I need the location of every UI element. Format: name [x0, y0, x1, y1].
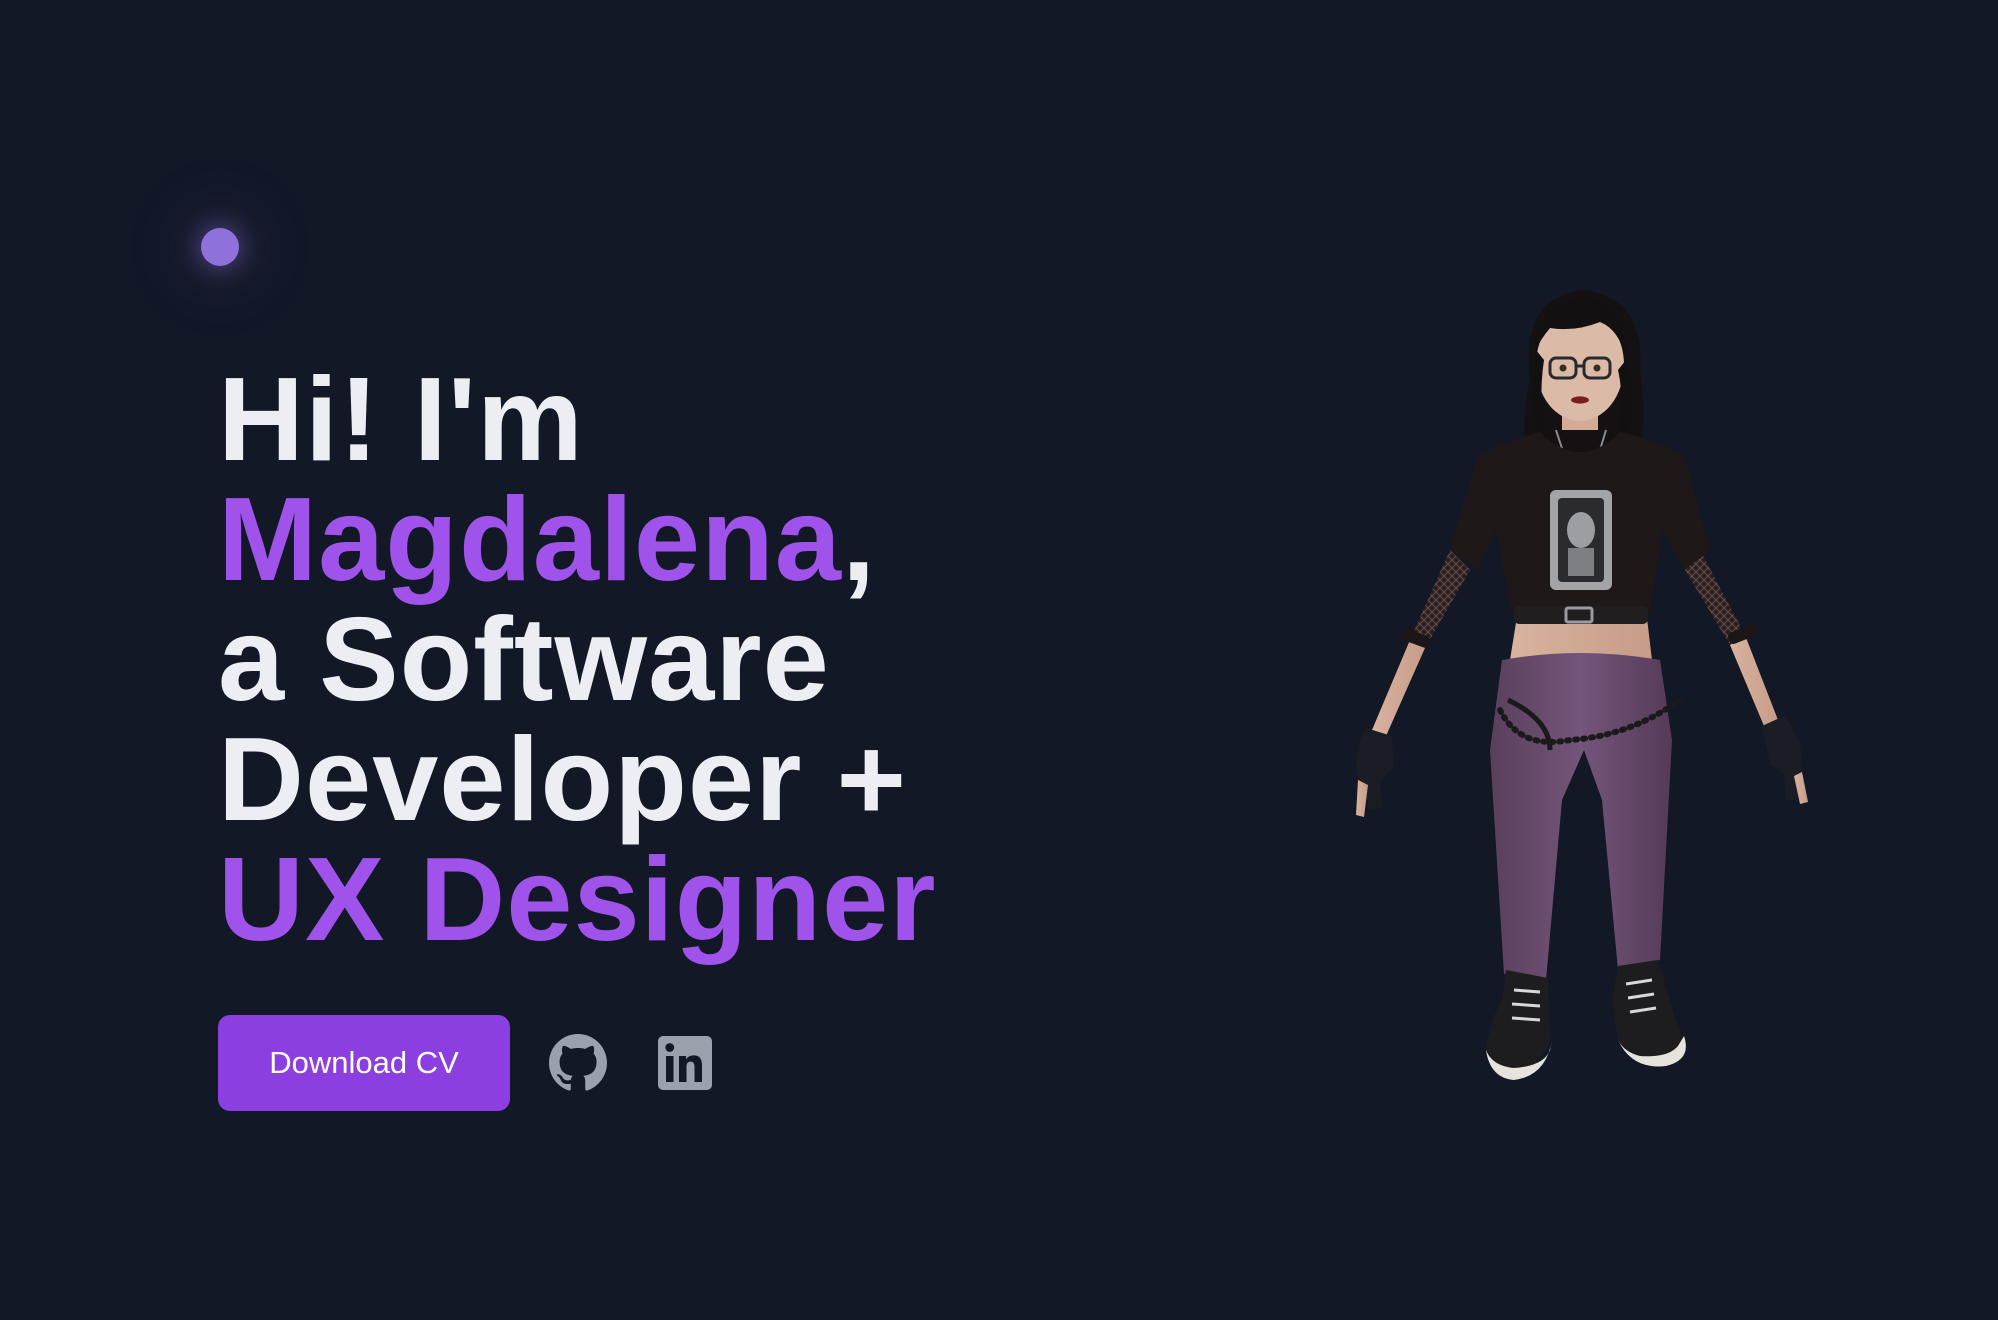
- glow-dot-decoration: [201, 228, 239, 266]
- headline-line-5: UX Designer: [218, 833, 937, 966]
- linkedin-link[interactable]: [658, 1036, 712, 1090]
- github-link[interactable]: [549, 1034, 607, 1092]
- hero-text: Hi! I'm Magdalena, a Software Developer …: [218, 360, 1118, 960]
- linkedin-icon: [658, 1036, 712, 1090]
- headline-line-1: Hi! I'm: [218, 353, 584, 486]
- headline-line-4: Developer +: [218, 713, 907, 846]
- 3d-avatar-figure: [1300, 280, 1860, 1160]
- 3d-character-avatar: [1356, 290, 1808, 1080]
- hero-headline: Hi! I'm Magdalena, a Software Developer …: [218, 360, 1118, 960]
- headline-line-3: a Software: [218, 593, 830, 726]
- name-comma: ,: [842, 473, 877, 606]
- hero-actions: Download CV: [218, 1015, 712, 1111]
- download-cv-button[interactable]: Download CV: [218, 1015, 510, 1111]
- github-icon: [549, 1034, 607, 1091]
- hero-page: Hi! I'm Magdalena, a Software Developer …: [0, 0, 1998, 1320]
- hero-name: Magdalena: [218, 473, 842, 606]
- headline-line-2: Magdalena,: [218, 480, 1118, 600]
